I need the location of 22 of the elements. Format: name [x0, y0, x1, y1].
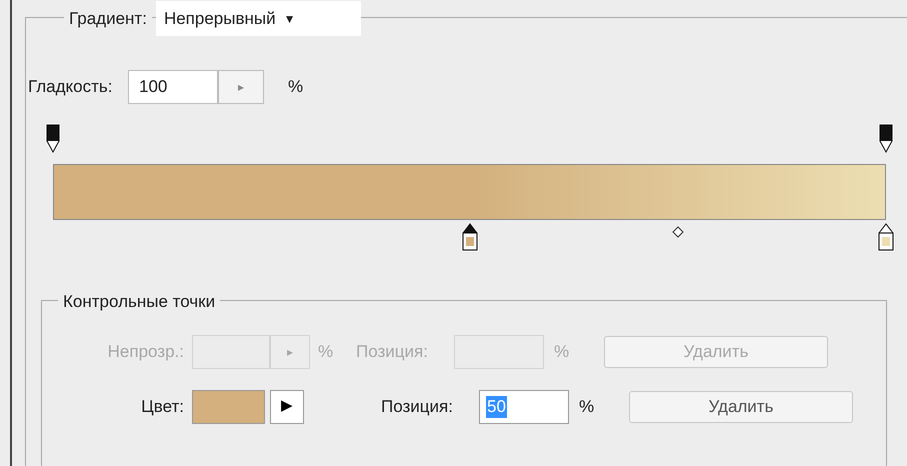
smoothness-field[interactable]: 100 [128, 70, 218, 104]
color-picker-button[interactable]: ▶ [270, 390, 304, 424]
gradient-dropdown[interactable]: Непрерывный ▼ [156, 1, 361, 36]
position-field[interactable] [454, 334, 544, 368]
unit-label: % [318, 340, 334, 363]
opacity-field[interactable] [192, 334, 270, 368]
unit-label: % [554, 340, 570, 363]
position-label: Позиция: [356, 340, 429, 363]
opacity-stop[interactable] [879, 124, 893, 154]
opacity-stop[interactable] [46, 124, 60, 154]
color-stop[interactable] [878, 222, 894, 252]
midpoint-diamond[interactable] [672, 226, 684, 238]
field-label: Цвет: [141, 396, 184, 418]
delete-button[interactable]: Удалить [629, 390, 853, 422]
field-label: Непрозр.: [108, 340, 184, 363]
unit-label: % [288, 76, 304, 98]
color-stop[interactable] [462, 222, 478, 252]
color-swatch[interactable] [192, 390, 265, 424]
position-label: Позиция: [381, 396, 454, 418]
position-value: 50 [486, 396, 507, 418]
smoothness-label: Гладкость: [28, 76, 114, 98]
unit-label: % [579, 396, 596, 418]
